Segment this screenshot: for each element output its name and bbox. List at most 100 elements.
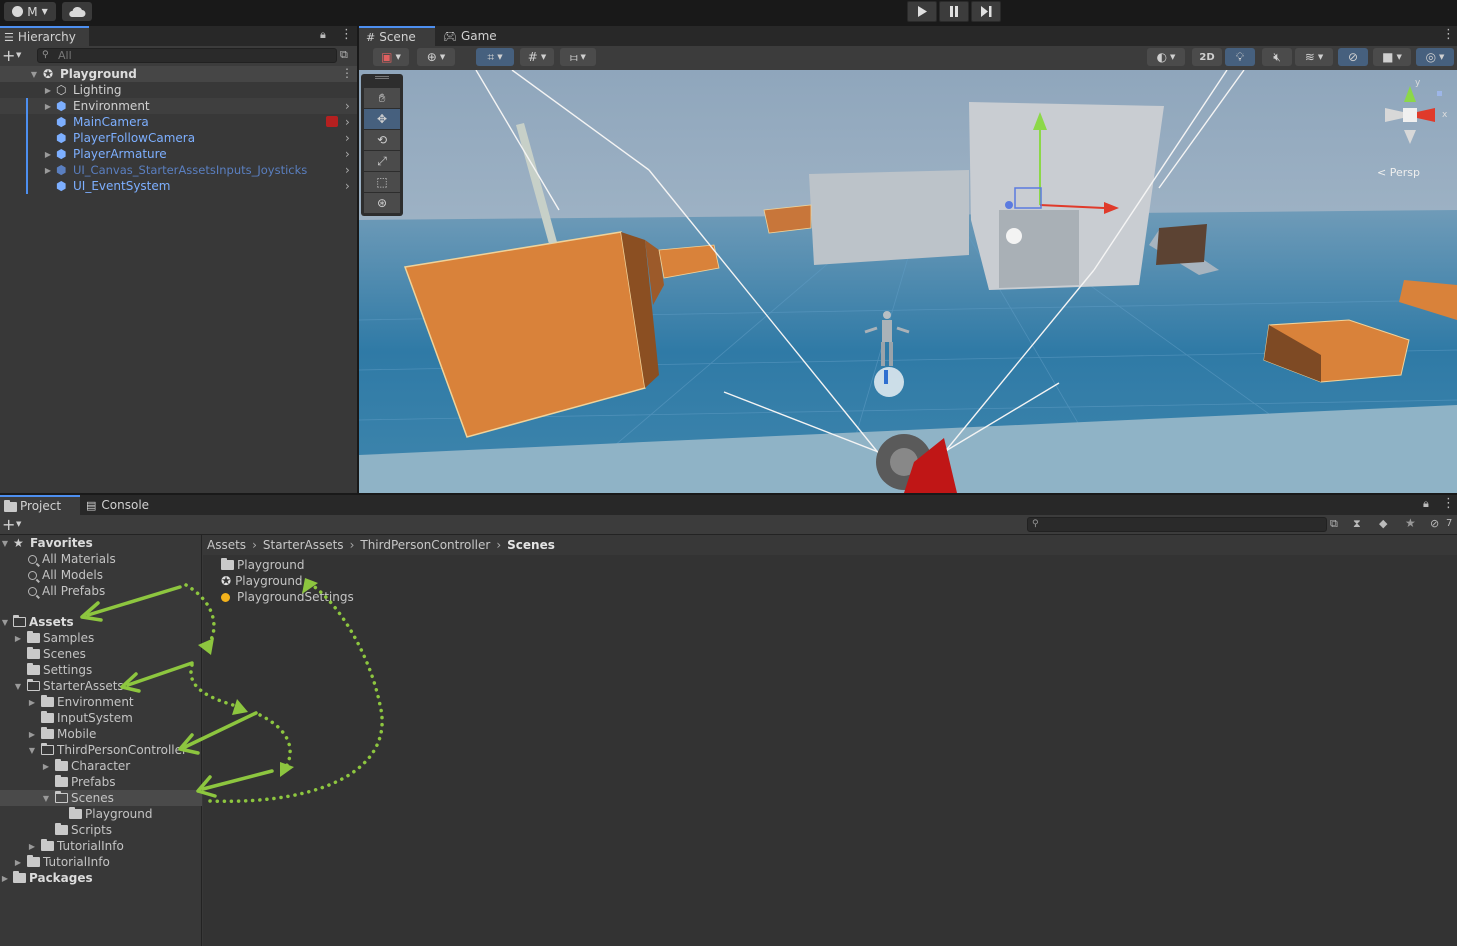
filter-label-icon[interactable]: ◆: [1379, 517, 1387, 530]
hidden-objects-toggle[interactable]: ⊘: [1338, 48, 1368, 66]
file-playground-scene[interactable]: ✪ Playground: [203, 573, 503, 589]
scene-visibility-icon[interactable]: ⧉: [340, 48, 348, 62]
search-mode-icon[interactable]: ⧉: [1330, 517, 1338, 531]
tree-scenes-selected[interactable]: ▼ Scenes: [0, 790, 202, 806]
move-tool-button[interactable]: ✥: [364, 109, 400, 129]
perspective-label[interactable]: < Persp: [1377, 166, 1420, 179]
kebab-menu-icon[interactable]: ⋮: [1442, 496, 1455, 511]
breadcrumb-thirdpersoncontroller[interactable]: ThirdPersonController: [360, 538, 490, 552]
tab-console[interactable]: ▤ Console: [82, 495, 162, 515]
hand-tool-button[interactable]: ✋︎: [364, 88, 400, 108]
expand-arrow-icon[interactable]: ▼: [0, 618, 10, 627]
tree-thirdpersoncontroller[interactable]: ▼ ThirdPersonController: [0, 742, 202, 758]
gizmos-dropdown[interactable]: ◎ ▼: [1416, 48, 1454, 66]
cloud-button[interactable]: [62, 2, 92, 21]
hierarchy-item-maincamera[interactable]: ⬢ MainCamera ›: [0, 114, 357, 130]
chevron-right-icon[interactable]: ›: [345, 115, 350, 129]
tree-packages[interactable]: ▶ Packages: [0, 870, 202, 886]
favorite-all-prefabs[interactable]: All Prefabs: [0, 583, 202, 599]
orientation-gizmo[interactable]: y x < Persp: [1371, 78, 1451, 182]
add-icon[interactable]: +: [2, 515, 15, 534]
2d-toggle[interactable]: 2D: [1192, 48, 1222, 66]
file-playground-folder[interactable]: Playground: [203, 557, 503, 573]
lock-icon[interactable]: 🔒︎: [1423, 497, 1429, 511]
expand-arrow-icon[interactable]: ▶: [43, 150, 53, 159]
hierarchy-item-lighting[interactable]: ▶ ⬡ Lighting: [0, 82, 357, 98]
file-playgroundsettings[interactable]: PlaygroundSettings: [203, 589, 503, 605]
expand-arrow-icon[interactable]: ▶: [13, 634, 23, 643]
chevron-right-icon[interactable]: ›: [345, 163, 350, 177]
expand-arrow-icon[interactable]: ▼: [27, 746, 37, 755]
scene-viewport[interactable]: ✋︎ ✥ ⟲ ⤢ ⬚ ⊛ y x < Persp: [359, 70, 1457, 493]
lighting-toggle[interactable]: 💡︎: [1225, 48, 1255, 66]
kebab-menu-icon[interactable]: ⋮: [341, 66, 353, 80]
expand-arrow-icon[interactable]: ▼: [29, 70, 39, 79]
rotate-tool-button[interactable]: ⟲: [364, 130, 400, 150]
breadcrumb-scenes[interactable]: Scenes: [507, 538, 555, 552]
expand-arrow-icon[interactable]: ▶: [43, 86, 53, 95]
audio-toggle[interactable]: 🔇︎: [1262, 48, 1292, 66]
tree-samples[interactable]: ▶ Samples: [0, 630, 202, 646]
tree-scenes[interactable]: Scenes: [0, 646, 202, 662]
project-search-input[interactable]: ⚲: [1027, 517, 1327, 532]
shading-mode-dropdown[interactable]: ◐ ▼: [1147, 48, 1185, 66]
breadcrumb-starterassets[interactable]: StarterAssets: [263, 538, 344, 552]
tree-environment[interactable]: ▶ Environment: [0, 694, 202, 710]
favorite-star-icon[interactable]: ★: [1405, 516, 1416, 530]
grid-visibility-toggle[interactable]: # ▼: [520, 48, 554, 66]
chevron-down-icon[interactable]: ▼: [16, 51, 21, 59]
hierarchy-item-playerarmature[interactable]: ▶ ⬢ PlayerArmature ›: [0, 146, 357, 162]
effects-dropdown[interactable]: ≋ ▼: [1295, 48, 1333, 66]
rect-tool-button[interactable]: ⬚: [364, 172, 400, 192]
tree-prefabs[interactable]: Prefabs: [0, 774, 202, 790]
transform-tool-button[interactable]: ⊛: [364, 193, 400, 213]
expand-arrow-icon[interactable]: ▶: [43, 102, 53, 111]
lock-icon[interactable]: 🔒︎: [320, 28, 326, 42]
expand-arrow-icon[interactable]: ▼: [41, 794, 51, 803]
expand-arrow-icon[interactable]: ▶: [13, 858, 23, 867]
pause-button[interactable]: [939, 1, 969, 22]
chevron-right-icon[interactable]: ›: [345, 179, 350, 193]
expand-arrow-icon[interactable]: ▶: [27, 842, 37, 851]
grid-snap-toggle[interactable]: ⌗ ▼: [476, 48, 514, 66]
tree-mobile[interactable]: ▶ Mobile: [0, 726, 202, 742]
chevron-right-icon[interactable]: ›: [345, 99, 350, 113]
favorite-all-materials[interactable]: All Materials: [0, 551, 202, 567]
tree-tutorialinfo-inner[interactable]: ▶ TutorialInfo: [0, 838, 202, 854]
hierarchy-item-ui-canvas[interactable]: ▶ ⬢ UI_Canvas_StarterAssetsInputs_Joysti…: [0, 162, 357, 178]
expand-arrow-icon[interactable]: ▼: [0, 539, 10, 548]
camera-dropdown[interactable]: ■ ▼: [1373, 48, 1411, 66]
draw-mode-dropdown[interactable]: ▣ ▼: [373, 48, 409, 66]
favorite-all-models[interactable]: All Models: [0, 567, 202, 583]
tree-playground[interactable]: Playground: [0, 806, 202, 822]
chevron-right-icon[interactable]: ›: [345, 147, 350, 161]
tab-game[interactable]: 🎮︎ Game: [439, 26, 509, 46]
tab-hierarchy[interactable]: ☰ Hierarchy: [0, 26, 89, 46]
tab-scene[interactable]: # Scene: [359, 26, 435, 46]
account-dropdown[interactable]: M ▼: [4, 2, 56, 21]
expand-arrow-icon[interactable]: ▶: [27, 730, 37, 739]
filter-type-icon[interactable]: ⧗: [1353, 517, 1361, 531]
kebab-menu-icon[interactable]: ⋮: [340, 27, 353, 42]
chevron-down-icon[interactable]: ▼: [16, 520, 21, 528]
hierarchy-scene-row[interactable]: ▼ ✪ Playground ⋮: [0, 66, 357, 82]
tab-project[interactable]: Project: [0, 495, 80, 515]
scale-tool-button[interactable]: ⤢: [364, 151, 400, 171]
increment-snap-toggle[interactable]: ⧦ ▼: [560, 48, 596, 66]
add-icon[interactable]: +: [2, 46, 15, 65]
tree-inputsystem[interactable]: InputSystem: [0, 710, 202, 726]
tree-scripts[interactable]: Scripts: [0, 822, 202, 838]
breadcrumb-assets[interactable]: Assets: [207, 538, 246, 552]
play-button[interactable]: [907, 1, 937, 22]
global-toggle[interactable]: ⊕ ▼: [417, 48, 455, 66]
drag-handle[interactable]: [375, 76, 389, 79]
expand-arrow-icon[interactable]: ▶: [43, 166, 53, 175]
expand-arrow-icon[interactable]: ▼: [13, 682, 23, 691]
tree-assets[interactable]: ▼ Assets: [0, 614, 202, 630]
hierarchy-item-playerfollowcamera[interactable]: ⬢ PlayerFollowCamera ›: [0, 130, 357, 146]
hidden-packages-icon[interactable]: ⊘: [1430, 517, 1439, 530]
hierarchy-search-input[interactable]: ⚲ All: [37, 48, 337, 63]
chevron-right-icon[interactable]: ›: [345, 131, 350, 145]
expand-arrow-icon[interactable]: ▶: [41, 762, 51, 771]
tree-tutorialinfo[interactable]: ▶ TutorialInfo: [0, 854, 202, 870]
